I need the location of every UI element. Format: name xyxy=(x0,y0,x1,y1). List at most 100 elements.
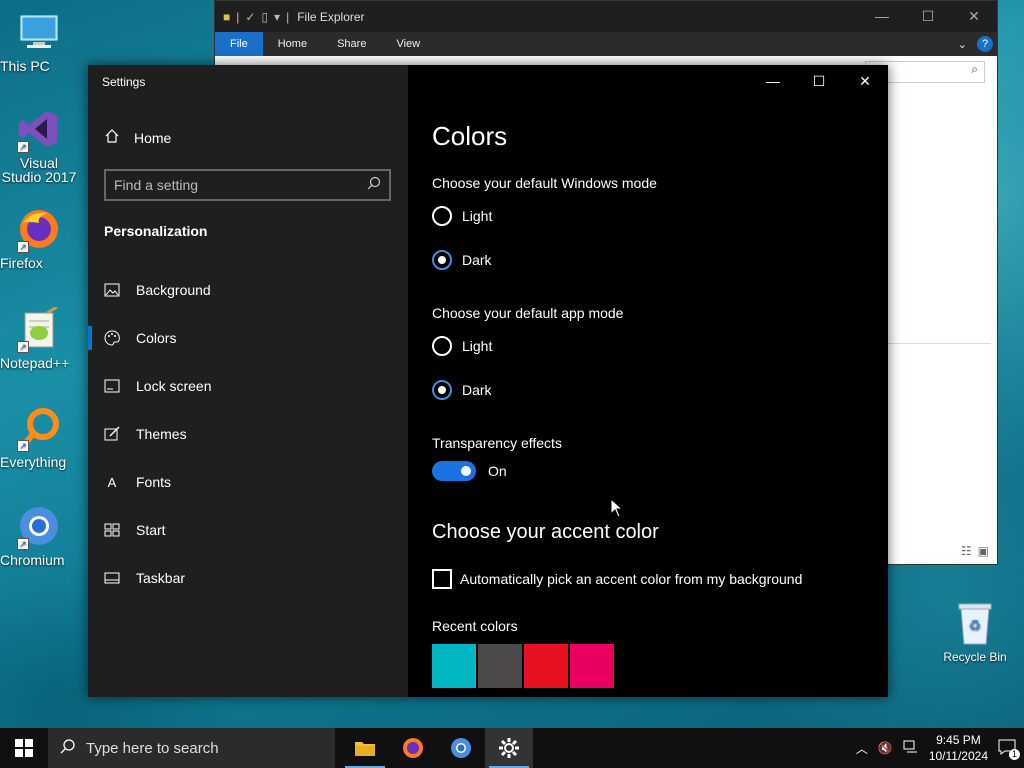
clock-date: 10/11/2024 xyxy=(928,749,988,763)
tab-share[interactable]: Share xyxy=(322,32,381,56)
desktop-icon-this-pc[interactable]: This PC xyxy=(0,8,78,73)
checkbox-label: Automatically pick an accent color from … xyxy=(460,571,803,587)
windows-mode-dark-option[interactable]: Dark xyxy=(432,250,492,270)
desktop-icon-label: Firefox xyxy=(0,255,43,271)
nav-item-label: Background xyxy=(136,282,211,298)
start-button[interactable] xyxy=(0,728,48,768)
close-button[interactable]: ✕ xyxy=(951,8,997,25)
tab-view[interactable]: View xyxy=(381,32,435,56)
explorer-window-controls: — ☐ ✕ xyxy=(859,8,997,25)
find-setting-search[interactable] xyxy=(104,169,391,201)
tab-file[interactable]: File xyxy=(215,32,263,56)
shortcut-arrow-icon: ↗ xyxy=(17,538,29,550)
toggle-state-label: On xyxy=(488,463,507,479)
find-setting-input[interactable] xyxy=(114,177,367,193)
desktop-icon-label: Everything xyxy=(0,454,67,470)
desktop-icon-label: Recycle Bin xyxy=(943,650,1007,664)
radio-label: Light xyxy=(462,208,493,224)
customize-dropdown-icon[interactable]: ▾ xyxy=(274,10,280,24)
radio-label: Dark xyxy=(462,252,492,268)
taskbar-file-explorer[interactable] xyxy=(341,728,389,768)
auto-accent-option[interactable]: Automatically pick an accent color from … xyxy=(432,569,802,589)
chevron-up-icon[interactable]: ︿ xyxy=(856,740,868,757)
font-icon: A xyxy=(107,474,117,490)
computer-icon xyxy=(15,8,63,56)
nav-item-fonts[interactable]: A Fonts xyxy=(88,458,408,506)
desktop-icon-visual-studio[interactable]: ↗ Visual Studio 2017 xyxy=(0,105,78,184)
network-icon[interactable] xyxy=(903,740,919,757)
desktop-icon-label: Visual Studio 2017 xyxy=(1,155,77,185)
separator: | xyxy=(236,9,240,24)
taskbar-firefox[interactable] xyxy=(389,728,437,768)
large-icons-view-icon[interactable]: ▣ xyxy=(978,544,989,558)
taskbar-icon xyxy=(104,570,120,586)
app-mode-dark-option[interactable]: Dark xyxy=(432,380,492,400)
nav-item-lock-screen[interactable]: Lock screen xyxy=(88,362,408,410)
search-icon[interactable] xyxy=(367,176,381,195)
nav-home[interactable]: Home xyxy=(104,128,171,147)
checkbox[interactable] xyxy=(432,569,452,589)
transparency-label: Transparency effects xyxy=(432,435,562,451)
new-folder-icon[interactable]: ▯ xyxy=(261,10,268,24)
volume-muted-icon[interactable]: 🔇 xyxy=(878,741,893,755)
expand-ribbon-icon[interactable]: ⌄ xyxy=(958,38,967,51)
view-toggle: ☷ ▣ xyxy=(961,544,989,558)
color-swatch[interactable] xyxy=(432,644,476,688)
desktop-icon-chromium[interactable]: ↗ Chromium xyxy=(0,502,78,567)
mouse-cursor-icon xyxy=(610,497,624,523)
app-mode-label: Choose your default app mode xyxy=(432,305,624,321)
details-view-icon[interactable]: ☷ xyxy=(961,544,972,558)
radio-button-selected[interactable] xyxy=(432,380,452,400)
shortcut-arrow-icon: ↗ xyxy=(17,141,29,153)
color-swatch[interactable] xyxy=(524,644,568,688)
taskbar-chromium[interactable] xyxy=(437,728,485,768)
transparency-toggle[interactable] xyxy=(432,461,476,481)
desktop-icon-firefox[interactable]: ↗ Firefox xyxy=(0,205,78,270)
app-mode-light-option[interactable]: Light xyxy=(432,336,492,356)
recent-colors-swatches xyxy=(432,644,614,688)
radio-button[interactable] xyxy=(432,206,452,226)
explorer-titlebar[interactable]: ■ | ✓ ▯ ▾ | File Explorer — ☐ ✕ xyxy=(215,1,997,32)
nav-item-background[interactable]: Background xyxy=(88,266,408,314)
radio-button[interactable] xyxy=(432,336,452,356)
radio-button-selected[interactable] xyxy=(432,250,452,270)
svg-text:♻: ♻ xyxy=(969,617,982,633)
separator: | xyxy=(286,9,290,24)
color-swatch[interactable] xyxy=(570,644,614,688)
nav-item-taskbar[interactable]: Taskbar xyxy=(88,554,408,602)
taskbar-search[interactable]: Type here to search xyxy=(48,728,335,768)
nav-item-themes[interactable]: Themes xyxy=(88,410,408,458)
nav-item-colors[interactable]: Colors xyxy=(88,314,408,362)
settings-nav-pane: Settings Home Personalization Background xyxy=(88,65,408,697)
desktop-icon-everything[interactable]: ↗ Everything xyxy=(0,404,78,469)
help-icon[interactable]: ? xyxy=(977,36,993,52)
nav-item-start[interactable]: Start xyxy=(88,506,408,554)
settings-window[interactable]: Settings Home Personalization Background xyxy=(88,65,888,697)
minimize-button[interactable]: — xyxy=(859,8,905,25)
notification-center-icon[interactable]: 1 xyxy=(998,739,1020,760)
maximize-button[interactable]: ☐ xyxy=(905,8,951,25)
desktop-icon-notepad-plus-plus[interactable]: ↗ Notepad++ xyxy=(0,305,78,370)
desktop-icon-label: Chromium xyxy=(0,552,65,568)
page-title: Colors xyxy=(432,121,508,151)
lock-screen-icon xyxy=(104,378,120,394)
recycle-bin-icon: ♻ xyxy=(953,600,997,646)
file-explorer-icon xyxy=(355,742,375,756)
clock[interactable]: 9:45 PM 10/11/2024 xyxy=(929,732,988,764)
everything-search-icon: ↗ xyxy=(15,404,63,452)
properties-icon[interactable]: ✓ xyxy=(245,10,255,24)
shortcut-arrow-icon: ↗ xyxy=(17,440,29,452)
desktop-icon-label: Notepad++ xyxy=(0,355,70,371)
tab-home[interactable]: Home xyxy=(263,32,322,56)
home-icon xyxy=(104,128,120,147)
desktop-icon-recycle-bin[interactable]: ♻ Recycle Bin xyxy=(938,600,1012,664)
picture-icon xyxy=(104,282,120,298)
taskbar-settings[interactable] xyxy=(485,728,533,768)
folder-icon[interactable]: ■ xyxy=(223,10,230,24)
settings-app-title: Settings xyxy=(102,75,146,89)
quick-access-toolbar: ■ | ✓ ▯ ▾ | xyxy=(223,10,289,24)
color-swatch[interactable] xyxy=(478,644,522,688)
windows-mode-light-option[interactable]: Light xyxy=(432,206,492,226)
taskbar: Type here to search ︿ 🔇 9:45 PM 10/11/20… xyxy=(0,728,1024,768)
taskbar-search-placeholder: Type here to search xyxy=(86,739,219,757)
